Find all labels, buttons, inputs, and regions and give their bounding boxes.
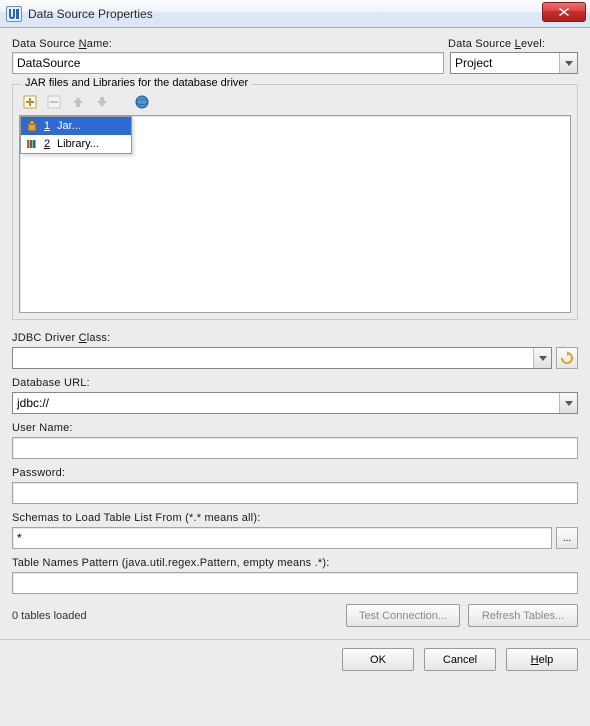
add-dropdown-menu: 1 Jar... 2 Library...: [20, 116, 132, 154]
menu-jar-num: 1: [44, 120, 52, 132]
table-pattern-input[interactable]: [12, 572, 578, 594]
window-title: Data Source Properties: [28, 7, 153, 21]
chevron-down-icon: [559, 53, 577, 73]
jdbc-driver-class-label: JDBC Driver Class:: [12, 332, 578, 344]
database-url-label: Database URL:: [12, 377, 578, 389]
ok-button[interactable]: OK: [342, 648, 414, 671]
chevron-down-icon: [533, 348, 551, 368]
jar-group-legend: JAR files and Libraries for the database…: [21, 77, 252, 89]
database-url-value: jdbc://: [17, 396, 49, 410]
test-connection-button[interactable]: Test Connection...: [346, 604, 460, 627]
titlebar: Data Source Properties: [0, 0, 590, 28]
schemas-browse-button[interactable]: ...: [556, 527, 578, 549]
status-text: 0 tables loaded: [12, 610, 338, 622]
user-name-label: User Name:: [12, 422, 578, 434]
reload-driver-button[interactable]: [556, 347, 578, 369]
schemas-label: Schemas to Load Table List From (*.* mea…: [12, 512, 578, 524]
data-source-level-label: Data Source Level:: [448, 38, 578, 50]
bottom-button-bar: OK Cancel Help: [0, 639, 590, 681]
refresh-tables-button[interactable]: Refresh Tables...: [468, 604, 578, 627]
password-input[interactable]: [12, 482, 578, 504]
globe-icon[interactable]: [133, 93, 151, 111]
library-icon: [25, 138, 39, 150]
password-label: Password:: [12, 467, 578, 479]
dialog-content: Data Source Name: Data Source Level: Pro…: [0, 28, 590, 627]
schemas-input[interactable]: [12, 527, 552, 549]
data-source-level-value: Project: [455, 56, 492, 70]
data-source-name-label: Data Source Name:: [12, 38, 444, 50]
menu-library-label: Library...: [57, 138, 99, 150]
jdbc-driver-class-select[interactable]: [12, 347, 552, 369]
user-name-input[interactable]: [12, 437, 578, 459]
app-icon: [6, 6, 22, 22]
jar-files-group: JAR files and Libraries for the database…: [12, 84, 578, 320]
jar-icon: [25, 120, 39, 132]
help-button[interactable]: Help: [506, 648, 578, 671]
database-url-select[interactable]: jdbc://: [12, 392, 578, 414]
add-button[interactable]: [21, 93, 39, 111]
move-down-button[interactable]: [93, 93, 111, 111]
jar-toolbar: [19, 93, 571, 111]
table-pattern-label: Table Names Pattern (java.util.regex.Pat…: [12, 557, 578, 569]
menu-item-jar[interactable]: 1 Jar...: [21, 117, 131, 135]
move-up-button[interactable]: [69, 93, 87, 111]
jar-listbox[interactable]: 1 Jar... 2 Library...: [19, 115, 571, 313]
remove-button[interactable]: [45, 93, 63, 111]
data-source-name-input[interactable]: [12, 52, 444, 74]
data-source-level-select[interactable]: Project: [450, 52, 578, 74]
cancel-button[interactable]: Cancel: [424, 648, 496, 671]
menu-library-num: 2: [44, 138, 52, 150]
menu-jar-label: Jar...: [57, 120, 81, 132]
chevron-down-icon: [559, 393, 577, 413]
menu-item-library[interactable]: 2 Library...: [21, 135, 131, 153]
close-button[interactable]: [542, 2, 586, 22]
